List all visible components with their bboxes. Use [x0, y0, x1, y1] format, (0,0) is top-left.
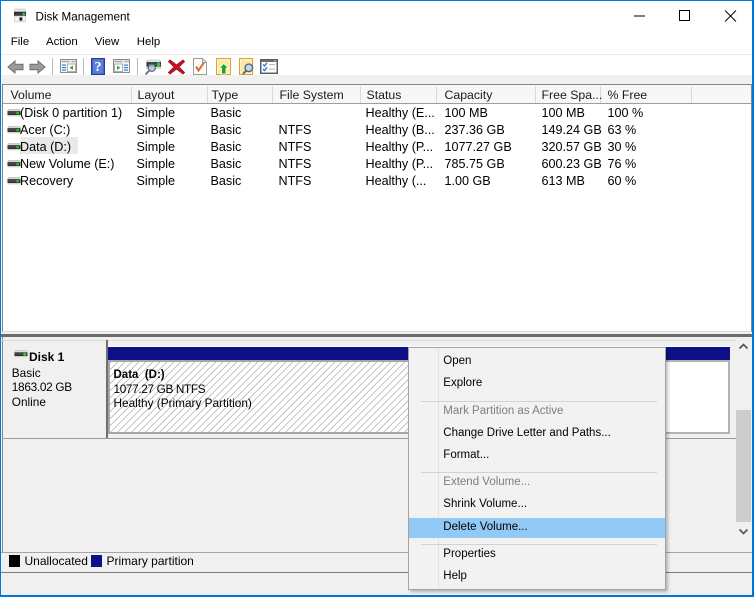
svg-text:?: ?: [95, 60, 102, 75]
